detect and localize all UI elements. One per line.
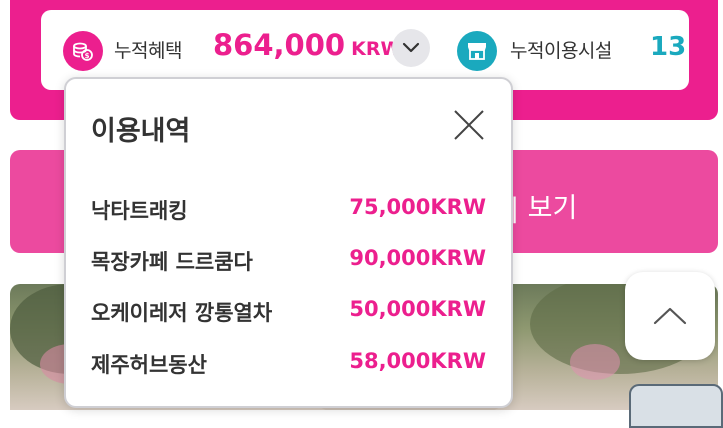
close-button[interactable] (451, 107, 487, 143)
usage-item: 오케이레저 깡통열차 50,000KRW (91, 297, 486, 331)
benefit-label: 누적혜택 (114, 40, 182, 62)
svg-text:$: $ (85, 52, 90, 60)
usage-item: 낙타트래킹 75,000KRW (91, 195, 486, 229)
usage-item-name: 제주허브동산 (91, 353, 207, 377)
benefit-details-toggle[interactable] (392, 29, 430, 67)
usage-item-amount: 58,000KRW (349, 349, 486, 373)
view-button-label: | 보기 (510, 193, 578, 224)
usage-item: 제주허브동산 58,000KRW (91, 349, 486, 383)
benefit-amount: 864,000 (213, 28, 346, 62)
usage-item-name: 낙타트래킹 (91, 199, 188, 223)
coin-stack-icon: $ (63, 31, 103, 71)
floating-widget[interactable] (629, 384, 723, 428)
usage-item-amount: 90,000KRW (349, 246, 486, 270)
facility-label: 누적이용시설 (510, 40, 612, 62)
usage-item: 목장카페 드르쿰다 90,000KRW (91, 246, 486, 280)
usage-item-name: 목장카페 드르쿰다 (91, 250, 253, 274)
chevron-up-icon (653, 307, 687, 325)
chevron-down-icon (402, 42, 420, 53)
usage-item-amount: 50,000KRW (349, 297, 486, 321)
popup-title: 이용내역 (91, 116, 191, 147)
facility-count: 13 (650, 32, 687, 62)
usage-item-amount: 75,000KRW (349, 195, 486, 219)
close-icon (454, 110, 484, 140)
usage-history-popup: 이용내역 낙타트래킹 75,000KRW 목장카페 드르쿰다 90,000KRW… (64, 77, 513, 408)
usage-item-name: 오케이레저 깡통열차 (91, 301, 273, 325)
store-icon (457, 31, 497, 71)
benefit-value: 864,000 KRW (213, 28, 401, 62)
scroll-to-top-button[interactable] (625, 272, 715, 360)
